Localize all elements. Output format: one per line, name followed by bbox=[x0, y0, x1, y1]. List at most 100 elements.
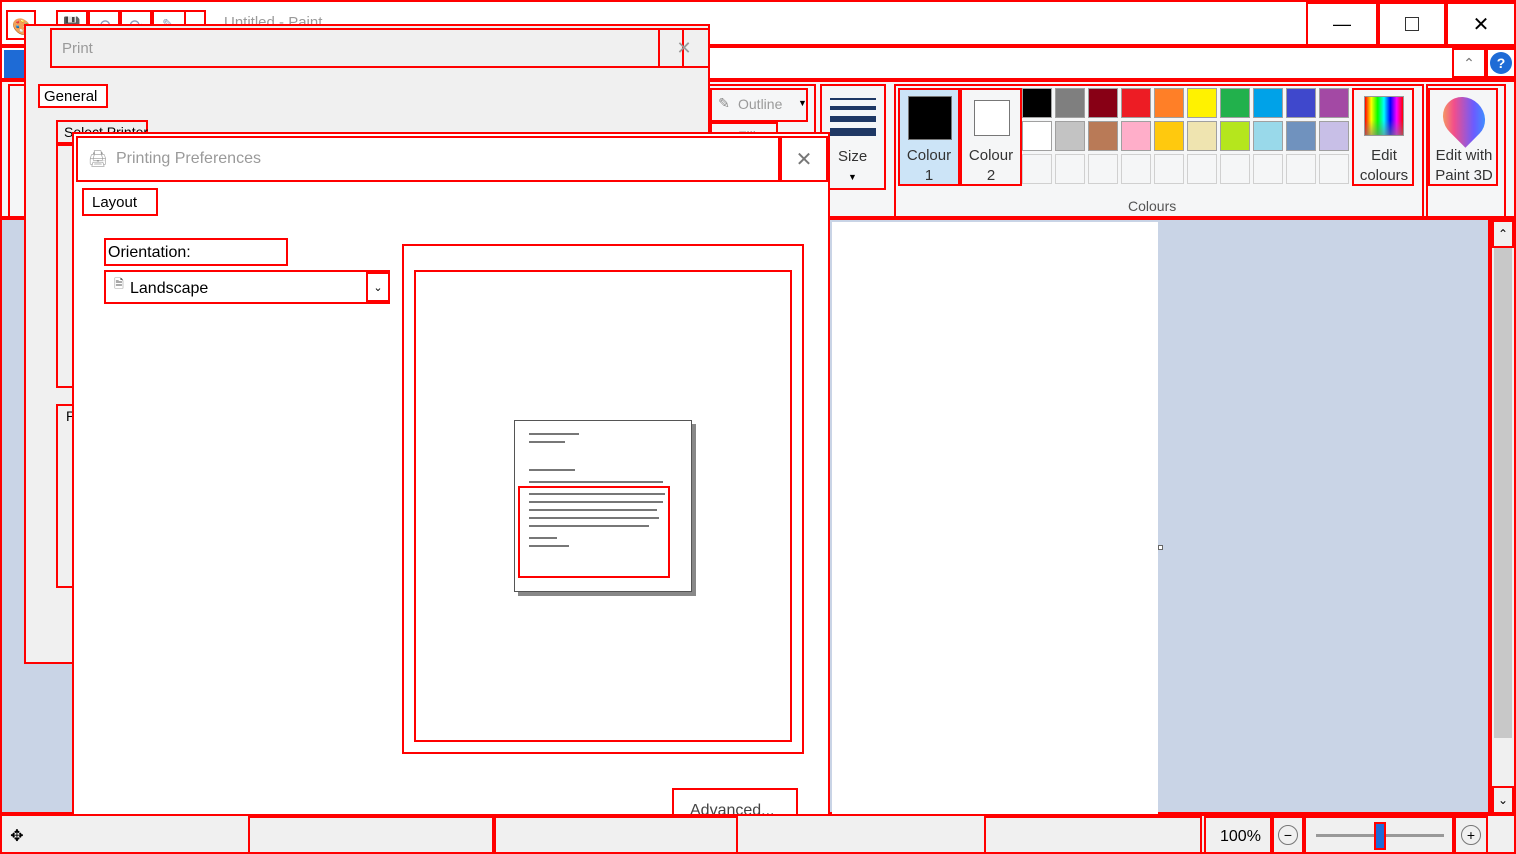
palette-swatch[interactable] bbox=[1088, 88, 1118, 118]
edit-colours-button[interactable]: Edit colours bbox=[1352, 88, 1414, 186]
zoom-slider[interactable] bbox=[1304, 816, 1454, 854]
custom-colour-slot[interactable] bbox=[1154, 154, 1184, 184]
close-icon: ✕ bbox=[676, 37, 692, 58]
print-dialog-close-button[interactable]: ✕ bbox=[658, 28, 710, 68]
custom-colour-slot[interactable] bbox=[1121, 154, 1151, 184]
palette-swatch[interactable] bbox=[1187, 88, 1217, 118]
prefs-dialog-title: Printing Preferences bbox=[116, 150, 261, 167]
tab-layout[interactable]: Layout bbox=[82, 188, 158, 216]
print-dialog-title: Print bbox=[62, 40, 93, 57]
custom-colour-slot[interactable] bbox=[1220, 154, 1250, 184]
palette-swatch[interactable] bbox=[1022, 121, 1052, 151]
help-icon: ? bbox=[1490, 52, 1512, 74]
chevron-down-icon: ⌄ bbox=[373, 281, 383, 294]
scroll-thumb[interactable] bbox=[1494, 248, 1512, 738]
preview-content-region bbox=[518, 486, 670, 578]
palette-swatch[interactable] bbox=[1121, 121, 1151, 151]
custom-colour-slot[interactable] bbox=[1319, 154, 1349, 184]
scroll-up-button[interactable]: ⌃ bbox=[1492, 220, 1514, 248]
palette-swatch[interactable] bbox=[1055, 121, 1085, 151]
palette-swatch[interactable] bbox=[1154, 88, 1184, 118]
palette-swatch[interactable] bbox=[1253, 88, 1283, 118]
outline-label: Outline bbox=[738, 96, 783, 112]
palette-swatch[interactable] bbox=[1319, 121, 1349, 151]
palette-swatch[interactable] bbox=[1286, 88, 1316, 118]
cursor-position-icon: ✥ bbox=[10, 825, 24, 845]
print-dialog-titlebar: Print bbox=[50, 28, 684, 68]
prefs-dialog-close-button[interactable]: ✕ bbox=[780, 136, 828, 182]
edit-colours-label: Edit colours bbox=[1359, 147, 1409, 184]
orientation-value: Landscape bbox=[130, 280, 209, 297]
drawing-canvas[interactable] bbox=[832, 222, 1158, 814]
close-icon: ✕ bbox=[1472, 13, 1490, 36]
edit-paint3d-label: Edit with Paint 3D bbox=[1435, 147, 1493, 184]
tab-layout-label: Layout bbox=[92, 194, 138, 211]
chevron-down-icon: ⌄ bbox=[1497, 793, 1509, 807]
orientation-dropdown-arrow[interactable]: ⌄ bbox=[366, 272, 390, 302]
zoom-out-icon: − bbox=[1278, 825, 1298, 845]
zoom-in-button[interactable]: + bbox=[1454, 816, 1488, 854]
custom-colour-slot[interactable] bbox=[1055, 154, 1085, 184]
outline-button[interactable]: ✎ Outline ▼ bbox=[710, 88, 808, 122]
custom-colour-slot[interactable] bbox=[1022, 154, 1052, 184]
custom-colour-slot[interactable] bbox=[1088, 154, 1118, 184]
custom-colour-slot[interactable] bbox=[1253, 154, 1283, 184]
orientation-label: Orientation: bbox=[108, 244, 191, 261]
orientation-label-box: Orientation: bbox=[104, 238, 288, 266]
custom-colour-slot[interactable] bbox=[1286, 154, 1316, 184]
palette-swatch[interactable] bbox=[1121, 88, 1151, 118]
maximize-icon bbox=[1405, 17, 1419, 31]
palette-swatch[interactable] bbox=[1187, 121, 1217, 151]
zoom-out-button[interactable]: − bbox=[1272, 816, 1304, 854]
canvas-resize-handle[interactable] bbox=[1158, 545, 1163, 550]
printing-preferences-dialog: 🖨 Printing Preferences ✕ Layout Orientat… bbox=[72, 132, 830, 852]
prefs-dialog-titlebar: 🖨 Printing Preferences bbox=[76, 136, 780, 182]
palette-swatch[interactable] bbox=[1319, 88, 1349, 118]
file-size-panel bbox=[984, 816, 1202, 854]
chevron-down-icon: ▼ bbox=[798, 98, 807, 108]
colours-group-label: Colours bbox=[1128, 198, 1177, 214]
help-button[interactable]: ? bbox=[1486, 48, 1516, 78]
file-menu-button[interactable] bbox=[4, 50, 24, 78]
colour1-button[interactable]: Colour 1 bbox=[898, 88, 960, 186]
chevron-up-icon: ⌃ bbox=[1463, 54, 1475, 71]
zoom-level: 100% bbox=[1220, 828, 1261, 845]
tab-general[interactable]: General bbox=[38, 84, 108, 108]
palette-swatch[interactable] bbox=[1220, 88, 1250, 118]
chevron-up-icon: ⌃ bbox=[1497, 227, 1509, 241]
zoom-level-box: 100% bbox=[1204, 816, 1272, 854]
palette-swatch[interactable] bbox=[1253, 121, 1283, 151]
size-label: Size bbox=[838, 148, 868, 165]
palette-swatch[interactable] bbox=[1220, 121, 1250, 151]
edit-with-paint3d-button[interactable]: Edit with Paint 3D bbox=[1428, 88, 1498, 186]
palette-swatch[interactable] bbox=[1286, 121, 1316, 151]
palette-swatch[interactable] bbox=[1055, 88, 1085, 118]
paint3d-icon bbox=[1434, 88, 1494, 148]
zoom-in-icon: + bbox=[1461, 825, 1481, 845]
maximize-button[interactable] bbox=[1378, 2, 1446, 46]
minimize-icon: — bbox=[1333, 13, 1351, 34]
palette-swatch[interactable] bbox=[1088, 121, 1118, 151]
colour-palette bbox=[1022, 88, 1352, 188]
colour1-label: Colour 1 bbox=[906, 147, 952, 184]
palette-swatch[interactable] bbox=[1022, 88, 1052, 118]
chevron-down-icon: ▼ bbox=[848, 172, 857, 182]
status-bar: ✥ 100% − + bbox=[0, 814, 1516, 854]
selection-size-panel bbox=[248, 816, 494, 854]
close-icon: ✕ bbox=[795, 148, 813, 171]
colour2-button[interactable]: Colour 2 bbox=[960, 88, 1022, 186]
collapse-ribbon-button[interactable]: ⌃ bbox=[1452, 48, 1486, 78]
orientation-select[interactable]: 🗎 Landscape ⌄ bbox=[104, 270, 390, 304]
colour-spectrum-icon bbox=[1364, 96, 1404, 136]
minimize-button[interactable]: — bbox=[1306, 2, 1378, 46]
close-button[interactable]: ✕ bbox=[1446, 2, 1516, 46]
colour2-swatch bbox=[974, 100, 1010, 136]
scroll-down-button[interactable]: ⌄ bbox=[1492, 786, 1514, 814]
tab-general-label: General bbox=[44, 88, 98, 105]
custom-colour-slot[interactable] bbox=[1187, 154, 1217, 184]
colour2-label: Colour 2 bbox=[968, 147, 1014, 184]
palette-swatch[interactable] bbox=[1154, 121, 1184, 151]
zoom-slider-thumb[interactable] bbox=[1374, 822, 1386, 850]
vertical-scrollbar[interactable]: ⌃ ⌄ bbox=[1490, 218, 1516, 814]
image-size-panel bbox=[494, 816, 738, 854]
